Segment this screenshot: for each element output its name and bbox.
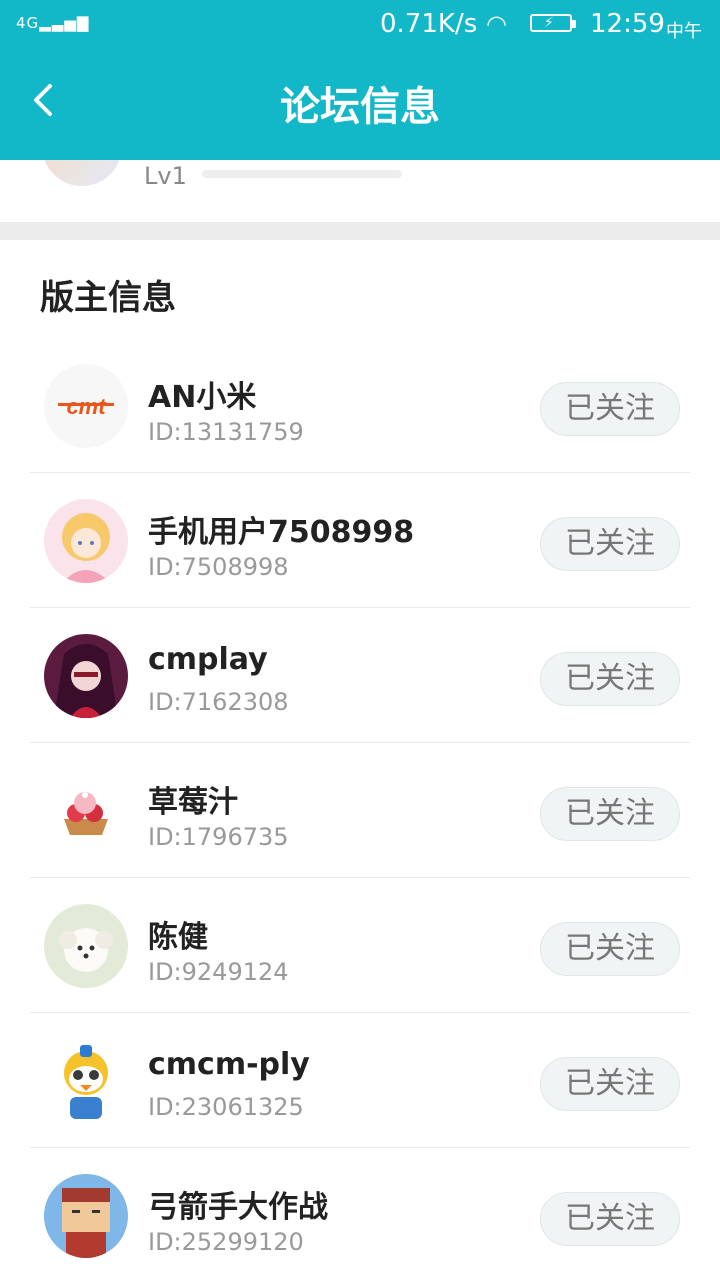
avatar[interactable] [44,769,128,853]
moderator-list: cmt AN小米 ID:13131759 已关注 手机用户7508998 ID:75089… [30,338,690,1282]
avatar[interactable] [44,634,128,718]
avatar[interactable] [44,1174,128,1258]
clock: 12:59 [590,9,665,39]
level-label: Lv1 [144,162,187,190]
follow-status-button[interactable]: 已关注 [540,652,680,706]
avatar[interactable] [44,1039,128,1123]
moderator-id: ID:9249124 [148,958,289,986]
clock-period: 中午 [666,21,702,42]
signal-icon: 4G▂▃▅▇ [16,14,90,32]
moderator-row[interactable]: 弓箭手大作战 ID:25299120 已关注 [30,1148,690,1282]
wifi-icon: ◠ [486,10,507,38]
svg-text:cmt: cmt [66,394,107,419]
section-title: 版主信息 [40,278,176,318]
follow-status-button[interactable]: 已关注 [540,517,680,571]
moderator-name: 手机用户7508998 [148,515,415,550]
avatar[interactable] [44,904,128,988]
follow-status-button[interactable]: 已关注 [540,382,680,436]
moderator-id: ID:7508998 [148,553,289,581]
moderator-name: AN小米 [148,380,257,415]
moderator-row[interactable]: 草莓汁 ID:1796735 已关注 [30,743,690,878]
follow-status-button[interactable]: 已关注 [540,1057,680,1111]
follow-status-button[interactable]: 已关注 [540,787,680,841]
moderator-name: cmplay [148,642,268,677]
moderator-id: ID:23061325 [148,1093,304,1121]
title-bar: 论坛信息 [0,50,720,160]
battery-icon: ⚡ [530,14,576,32]
network-speed: 0.71K/s [380,9,478,39]
status-bar: 4G▂▃▅▇ 0.71K/s ◠ ⚡ 12:59 中午 [0,0,720,50]
moderator-row[interactable]: 手机用户7508998 ID:7508998 已关注 [30,473,690,608]
avatar [42,160,122,186]
page-title: 论坛信息 [280,84,440,130]
moderator-name: cmcm-ply [148,1047,310,1082]
profile-summary: Lv1 [0,160,720,222]
avatar[interactable]: cmt [44,364,128,448]
avatar[interactable] [44,499,128,583]
moderator-row[interactable]: 陈健 ID:9249124 已关注 [30,878,690,1013]
moderator-row[interactable]: cmplay ID:7162308 已关注 [30,608,690,743]
moderator-id: ID:25299120 [148,1228,304,1256]
follow-status-button[interactable]: 已关注 [540,922,680,976]
moderator-name: 草莓汁 [148,785,238,820]
moderator-id: ID:1796735 [148,823,289,851]
section-divider [0,222,720,240]
moderator-id: ID:13131759 [148,418,304,446]
moderator-id: ID:7162308 [148,688,289,716]
moderator-row[interactable]: cmcm-ply ID:23061325 已关注 [30,1013,690,1148]
moderator-row[interactable]: cmt AN小米 ID:13131759 已关注 [30,338,690,473]
moderator-name: 弓箭手大作战 [148,1190,328,1225]
moderator-name: 陈健 [148,920,208,955]
level-progress-bar [202,170,402,178]
follow-status-button[interactable]: 已关注 [540,1192,680,1246]
